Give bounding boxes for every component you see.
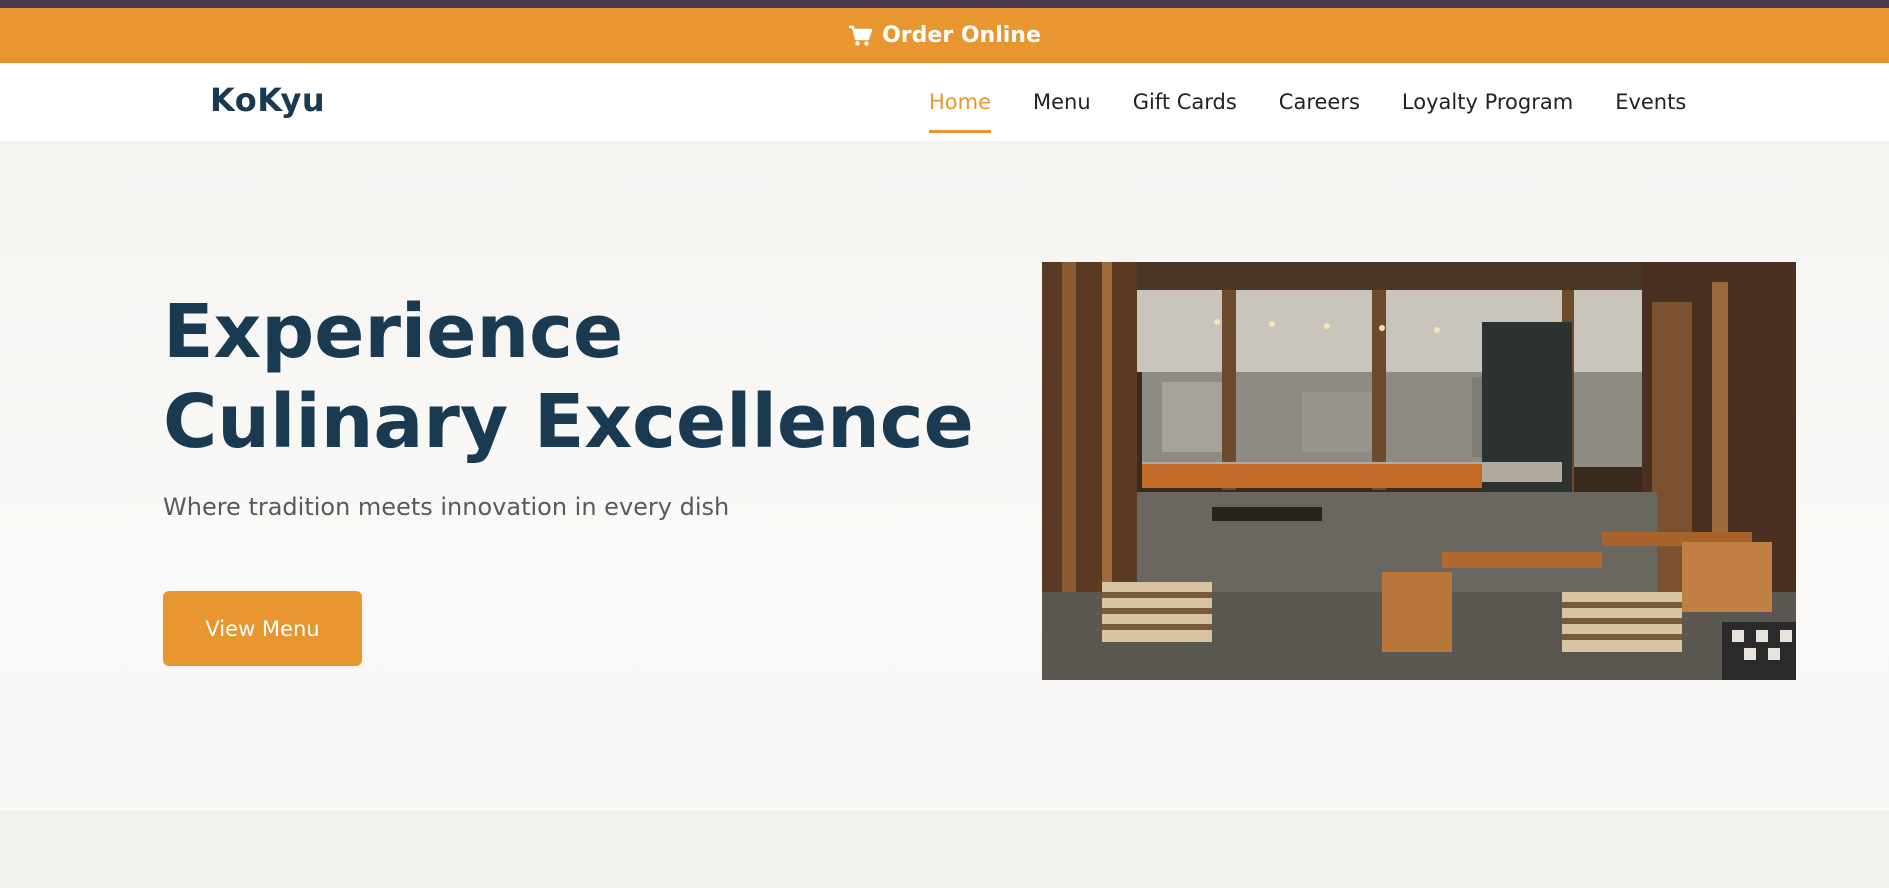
nav-item-home[interactable]: Home — [929, 63, 992, 141]
main-navbar: KoKyu Home Menu Gift Cards Careers Loyal… — [0, 63, 1889, 141]
restaurant-interior-image — [1042, 262, 1796, 680]
order-online-link[interactable]: Order Online — [848, 23, 1041, 48]
order-online-label: Order Online — [882, 23, 1041, 48]
nav-item-loyalty-program[interactable]: Loyalty Program — [1402, 63, 1573, 141]
next-section — [0, 811, 1889, 888]
hero-section: Experience Culinary Excellence Where tra… — [0, 141, 1889, 811]
order-online-bar: Order Online — [0, 8, 1889, 63]
hero-subtitle: Where tradition meets innovation in ever… — [163, 493, 730, 521]
nav-menu: Home Menu Gift Cards Careers Loyalty Pro… — [929, 63, 1686, 141]
nav-item-events[interactable]: Events — [1615, 63, 1686, 141]
cart-icon — [848, 25, 873, 47]
hero-title: Experience Culinary Excellence — [163, 289, 974, 465]
nav-item-gift-cards[interactable]: Gift Cards — [1133, 63, 1237, 141]
top-accent-strip — [0, 0, 1889, 8]
nav-item-menu[interactable]: Menu — [1033, 63, 1091, 141]
site-logo[interactable]: KoKyu — [210, 81, 325, 119]
nav-item-careers[interactable]: Careers — [1279, 63, 1360, 141]
view-menu-button[interactable]: View Menu — [163, 591, 362, 666]
